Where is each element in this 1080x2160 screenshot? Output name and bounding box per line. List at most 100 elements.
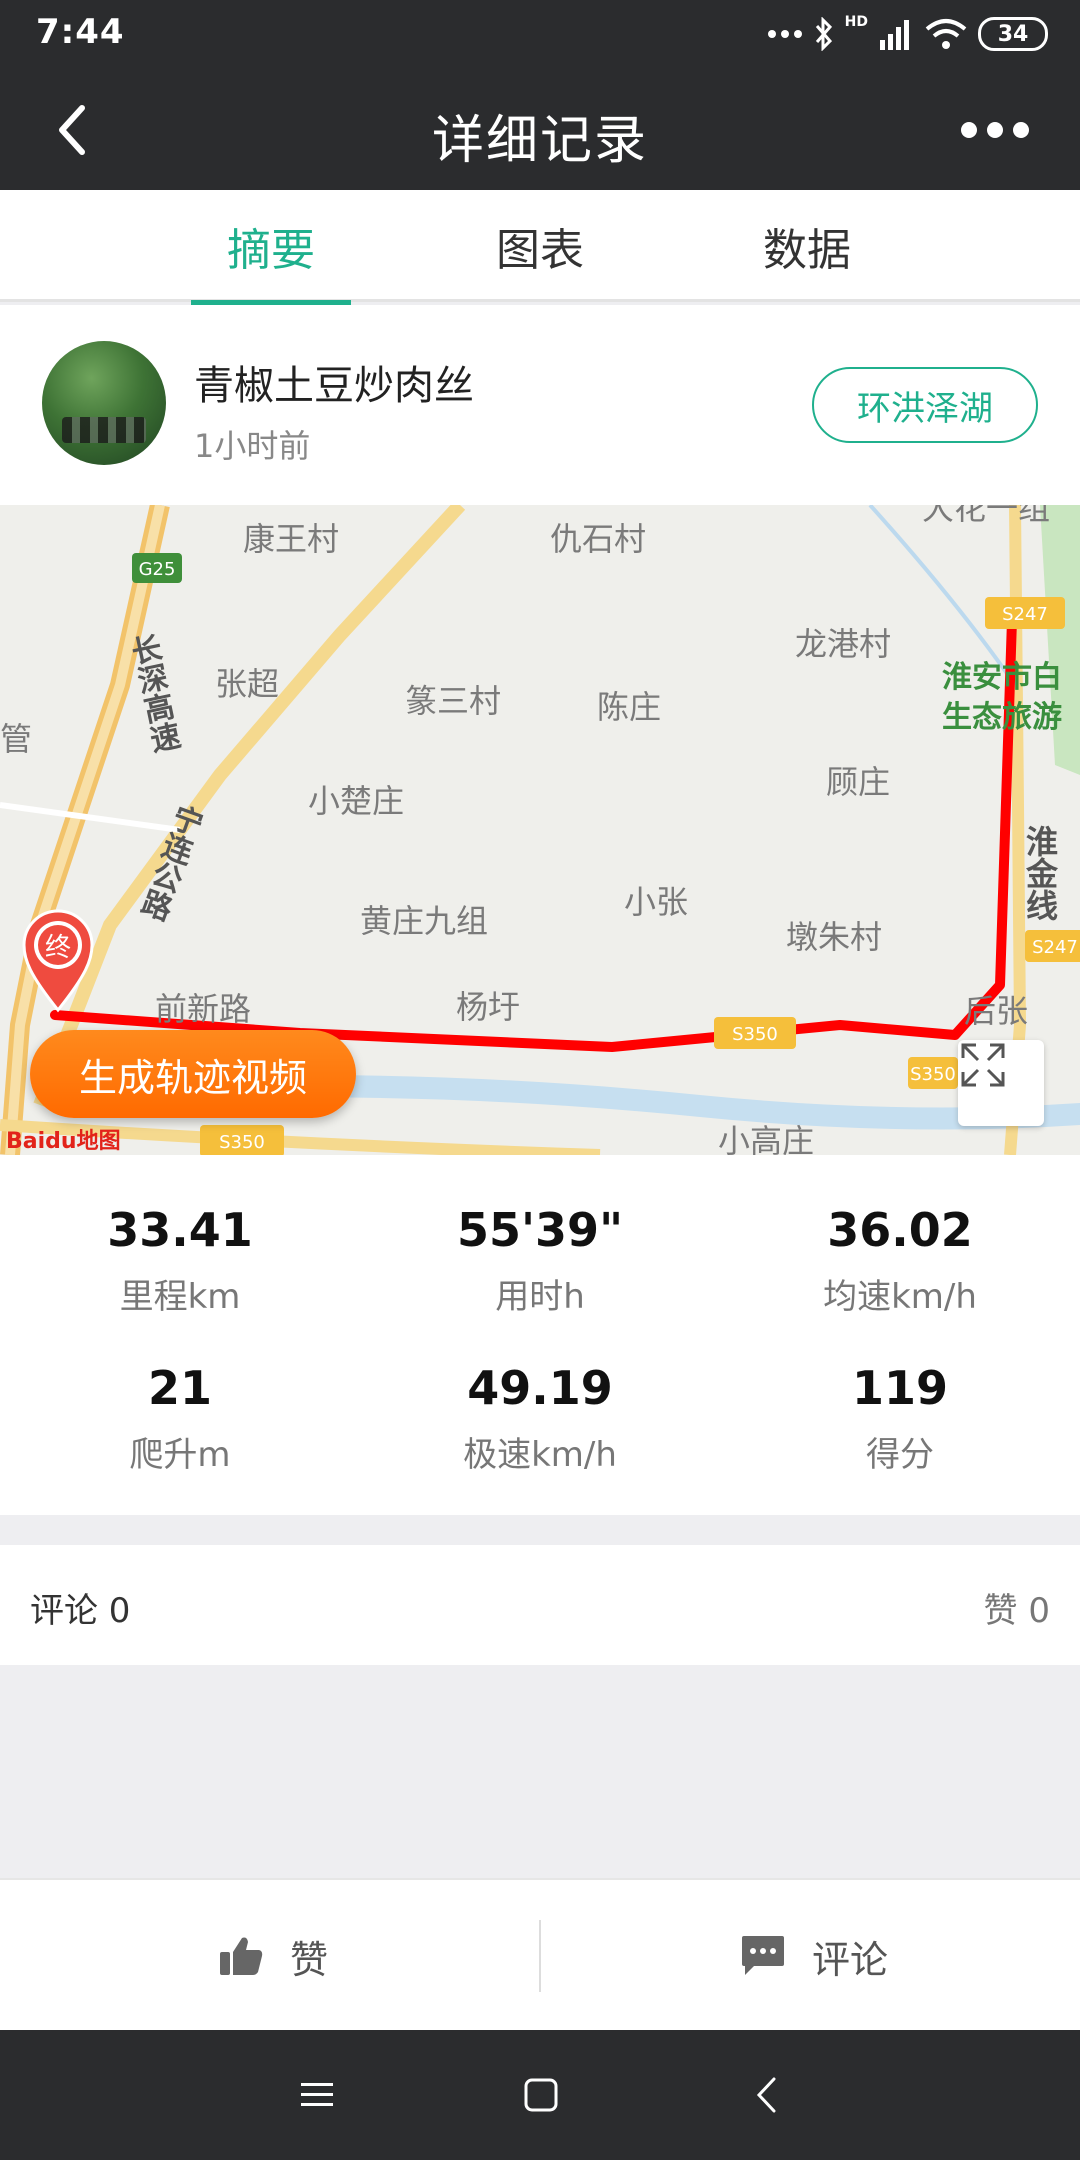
like-count[interactable]: 赞 0 <box>984 1583 1050 1632</box>
status-time: 7:44 <box>36 12 125 52</box>
network-type-label: HD <box>844 14 868 30</box>
place-label: 顾庄 <box>826 763 890 801</box>
svg-text:G25: G25 <box>139 559 176 580</box>
place-label: 黄庄九组 <box>360 902 488 940</box>
place-label: 小张 <box>624 883 688 921</box>
fullscreen-icon <box>961 1043 1005 1087</box>
action-bar: 赞 评论 <box>0 1878 1080 2030</box>
comment-label: 评论 <box>812 1937 889 1982</box>
like-label: 赞 <box>290 1937 329 1982</box>
avatar[interactable] <box>42 341 166 465</box>
place-label: 墩朱村 <box>786 918 882 956</box>
more-dot-icon <box>961 122 977 138</box>
place-label: 小楚庄 <box>308 782 404 820</box>
place-label: 杨圩 <box>456 988 520 1026</box>
thumbs-up-icon <box>220 1937 263 1975</box>
wifi-icon <box>925 19 967 49</box>
svg-text:S350: S350 <box>219 1132 265 1153</box>
page-title: 详细记录 <box>431 111 648 171</box>
stat-score: 119 得分 <box>720 1361 1080 1476</box>
more-options-button[interactable] <box>950 100 1040 160</box>
ride-stats: 33.41 里程km 55'39" 用时h 36.02 均速km/h 21 爬升… <box>0 1155 1080 1515</box>
place-label: 张超 <box>215 665 279 703</box>
stat-elevation-gain: 21 爬升m <box>0 1361 360 1476</box>
place-label: 管 <box>0 720 32 758</box>
road-shield-s247: S247 <box>985 597 1065 629</box>
tab-charts[interactable]: 图表 <box>460 190 620 302</box>
comment-count[interactable]: 评论 0 <box>30 1583 130 1632</box>
generate-track-video-button[interactable]: 生成轨迹视频 <box>30 1030 356 1118</box>
place-label: 淮安市白 <box>942 660 1062 695</box>
status-icons: HD 34 <box>767 12 1048 56</box>
status-bar: 7:44 HD 34 <box>0 0 1080 70</box>
tab-bar: 摘要 图表 数据 <box>0 190 1080 305</box>
place-label: 大花一组 <box>922 505 1050 527</box>
svg-text:S247: S247 <box>1002 604 1048 625</box>
svg-text:S350: S350 <box>732 1024 778 1045</box>
stat-distance: 33.41 里程km <box>0 1203 360 1318</box>
stat-label: 得分 <box>866 1435 934 1475</box>
stat-average-speed: 36.02 均速km/h <box>720 1203 1080 1318</box>
chevron-left-icon <box>756 2077 776 2113</box>
battery-icon: 34 <box>978 17 1048 51</box>
svg-text:S247: S247 <box>1032 937 1078 958</box>
bluetooth-icon <box>815 17 832 51</box>
stat-label: 均速km/h <box>823 1277 977 1317</box>
stat-max-speed: 49.19 极速km/h <box>360 1361 720 1476</box>
expand-map-button[interactable] <box>958 1040 1044 1126</box>
more-dot-icon <box>987 122 1003 138</box>
place-label: 陈庄 <box>597 688 661 726</box>
signal-icon <box>880 20 909 50</box>
tab-summary[interactable]: 摘要 <box>191 190 351 305</box>
place-label: 龙港村 <box>795 625 891 663</box>
place-label: 仇石村 <box>550 520 646 558</box>
stat-value: 36.02 <box>827 1203 973 1257</box>
more-dot-icon <box>1013 122 1029 138</box>
stat-label: 用时h <box>495 1277 585 1317</box>
place-label: 小高庄 <box>718 1122 814 1155</box>
recents-button[interactable] <box>287 2065 347 2125</box>
battery-level: 34 <box>997 21 1029 47</box>
stat-label: 里程km <box>119 1277 241 1317</box>
route-tag-button[interactable]: 环洪泽湖 <box>812 367 1038 443</box>
road-shield-s247: S247 <box>1025 930 1080 962</box>
place-label: 篆三村 <box>405 682 501 720</box>
like-button[interactable]: 赞 <box>218 1880 328 2032</box>
menu-icon <box>301 2083 333 2106</box>
system-nav-bar <box>0 2030 1080 2160</box>
home-button[interactable] <box>511 2065 571 2125</box>
comment-bubble-icon <box>742 1936 784 1975</box>
road-shield-s350: S350 <box>200 1125 284 1155</box>
tab-data[interactable]: 数据 <box>727 190 887 302</box>
road-shield-g25: G25 <box>132 553 182 583</box>
road-shield-s350: S350 <box>908 1057 958 1089</box>
place-label: 生态旅游 <box>942 700 1062 735</box>
divider <box>539 1920 541 1992</box>
comment-button[interactable]: 评论 <box>740 1880 888 2032</box>
stat-value: 21 <box>147 1361 212 1415</box>
svg-text:S350: S350 <box>910 1064 956 1085</box>
svg-text:终: 终 <box>45 933 71 963</box>
stat-value: 49.19 <box>467 1361 613 1415</box>
stat-label: 极速km/h <box>463 1435 617 1475</box>
home-square-icon <box>524 2078 558 2112</box>
rider-info: 青椒土豆炒肉丝 1小时前 环洪泽湖 <box>0 305 1080 505</box>
stat-value: 55'39" <box>456 1203 624 1257</box>
place-label: 前新路 <box>155 990 251 1028</box>
place-label: 康王村 <box>243 520 339 558</box>
stat-value: 119 <box>851 1361 949 1415</box>
comments-summary: 评论 0 赞 0 <box>0 1545 1080 1665</box>
baidu-map-logo: Baidu地图 <box>6 1129 121 1154</box>
stat-value: 33.41 <box>107 1203 253 1257</box>
more-notifications-icon <box>767 30 802 38</box>
route-map[interactable]: G25 S247 S247 S350 S350 S350 康王村 仇石村 张超 … <box>0 505 1080 1155</box>
app-header: 详细记录 <box>0 70 1080 190</box>
road-shield-s350: S350 <box>714 1017 796 1049</box>
record-time: 1小时前 <box>194 427 311 465</box>
stat-label: 爬升m <box>129 1435 231 1475</box>
road-label: 淮金线 <box>1021 825 1059 921</box>
stat-duration: 55'39" 用时h <box>360 1203 720 1318</box>
place-label: 后张 <box>964 992 1028 1030</box>
rider-name[interactable]: 青椒土豆炒肉丝 <box>194 353 474 411</box>
system-back-button[interactable] <box>737 2065 797 2125</box>
